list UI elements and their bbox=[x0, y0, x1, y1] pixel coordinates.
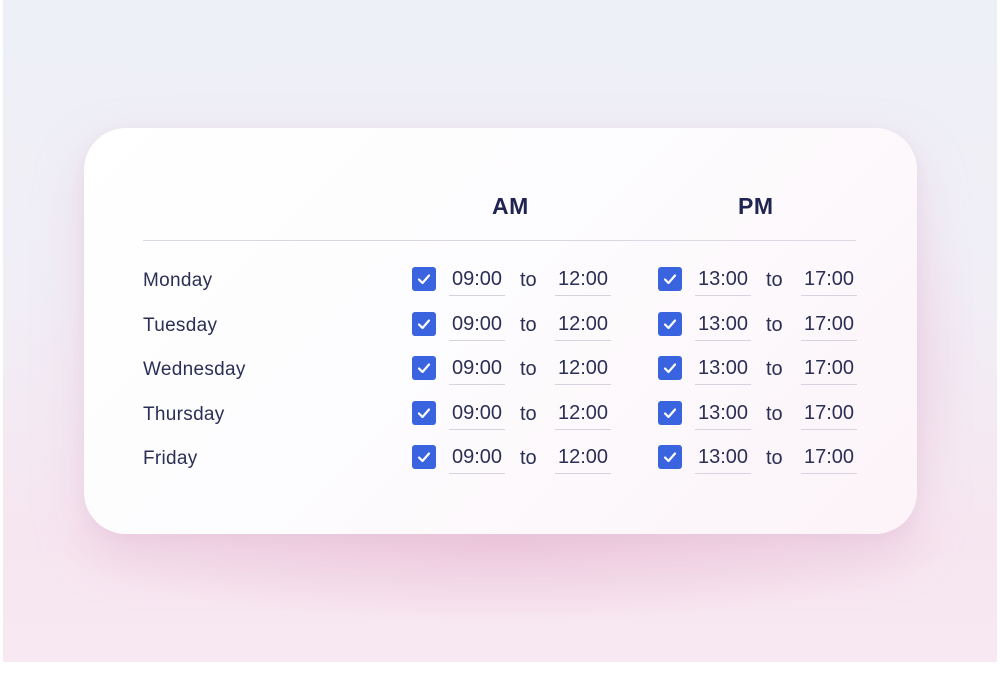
day-label: Tuesday bbox=[143, 315, 218, 336]
am-end-time-field[interactable]: 12:00 bbox=[555, 442, 611, 474]
pm-end-time-field[interactable]: 17:00 bbox=[801, 442, 857, 474]
am-enabled-checkbox[interactable] bbox=[412, 356, 436, 380]
am-start-time-field[interactable]: 09:00 bbox=[449, 264, 505, 296]
pm-start-time-field[interactable]: 13:00 bbox=[695, 442, 751, 474]
am-start-time-field[interactable]: 09:00 bbox=[449, 398, 505, 430]
am-to-label: to bbox=[520, 269, 537, 291]
am-start-time-field[interactable]: 09:00 bbox=[449, 309, 505, 341]
check-icon bbox=[416, 316, 432, 332]
pm-start-time-field[interactable]: 13:00 bbox=[695, 353, 751, 385]
check-icon bbox=[662, 271, 678, 287]
pm-start-time-field[interactable]: 13:00 bbox=[695, 398, 751, 430]
am-to-label: to bbox=[520, 358, 537, 380]
pm-enabled-checkbox[interactable] bbox=[658, 356, 682, 380]
pm-enabled-checkbox[interactable] bbox=[658, 267, 682, 291]
check-icon bbox=[416, 360, 432, 376]
am-to-label: to bbox=[520, 314, 537, 336]
schedule-row: Monday 09:00 to 12:00 13:00 to 17:00 bbox=[0, 264, 1000, 304]
check-icon bbox=[662, 360, 678, 376]
day-label: Friday bbox=[143, 448, 198, 469]
check-icon bbox=[662, 316, 678, 332]
schedule-row: Friday 09:00 to 12:00 13:00 to 17:00 bbox=[0, 442, 1000, 482]
am-to-label: to bbox=[520, 403, 537, 425]
pm-end-time-field[interactable]: 17:00 bbox=[801, 353, 857, 385]
am-enabled-checkbox[interactable] bbox=[412, 401, 436, 425]
schedule-row: Thursday 09:00 to 12:00 13:00 to 17:00 bbox=[0, 398, 1000, 438]
day-label: Wednesday bbox=[143, 359, 246, 380]
pm-end-time-field[interactable]: 17:00 bbox=[801, 309, 857, 341]
am-start-time-field[interactable]: 09:00 bbox=[449, 442, 505, 474]
am-end-time-field[interactable]: 12:00 bbox=[555, 264, 611, 296]
check-icon bbox=[662, 405, 678, 421]
check-icon bbox=[416, 271, 432, 287]
pm-to-label: to bbox=[766, 269, 783, 291]
pm-start-time-field[interactable]: 13:00 bbox=[695, 309, 751, 341]
pm-enabled-checkbox[interactable] bbox=[658, 445, 682, 469]
am-enabled-checkbox[interactable] bbox=[412, 445, 436, 469]
pm-enabled-checkbox[interactable] bbox=[658, 312, 682, 336]
pm-enabled-checkbox[interactable] bbox=[658, 401, 682, 425]
check-icon bbox=[416, 405, 432, 421]
pm-end-time-field[interactable]: 17:00 bbox=[801, 398, 857, 430]
schedule-row: Tuesday 09:00 to 12:00 13:00 to 17:00 bbox=[0, 309, 1000, 349]
am-enabled-checkbox[interactable] bbox=[412, 267, 436, 291]
am-end-time-field[interactable]: 12:00 bbox=[555, 309, 611, 341]
pm-to-label: to bbox=[766, 314, 783, 336]
pm-to-label: to bbox=[766, 358, 783, 380]
pm-to-label: to bbox=[766, 403, 783, 425]
am-column-header: AM bbox=[492, 193, 529, 219]
am-end-time-field[interactable]: 12:00 bbox=[555, 353, 611, 385]
check-icon bbox=[662, 449, 678, 465]
day-label: Thursday bbox=[143, 404, 225, 425]
header-divider bbox=[143, 240, 856, 241]
am-enabled-checkbox[interactable] bbox=[412, 312, 436, 336]
pm-start-time-field[interactable]: 13:00 bbox=[695, 264, 751, 296]
check-icon bbox=[416, 449, 432, 465]
am-start-time-field[interactable]: 09:00 bbox=[449, 353, 505, 385]
pm-column-header: PM bbox=[738, 193, 774, 219]
pm-end-time-field[interactable]: 17:00 bbox=[801, 264, 857, 296]
am-to-label: to bbox=[520, 447, 537, 469]
pm-to-label: to bbox=[766, 447, 783, 469]
am-end-time-field[interactable]: 12:00 bbox=[555, 398, 611, 430]
schedule-row: Wednesday 09:00 to 12:00 13:00 to 17:00 bbox=[0, 353, 1000, 393]
day-label: Monday bbox=[143, 270, 213, 291]
